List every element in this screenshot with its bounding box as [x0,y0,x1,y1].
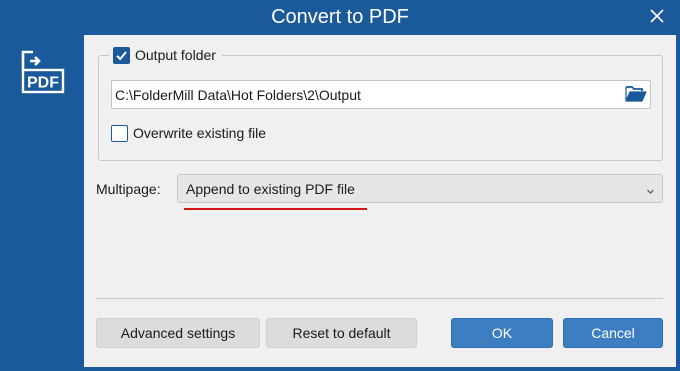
overwrite-row: Overwrite existing file [111,125,266,142]
highlight-underline [184,208,367,210]
multipage-dropdown[interactable]: Append to existing PDF file [177,174,663,203]
ok-button[interactable]: OK [451,318,553,348]
overwrite-checkbox[interactable] [111,125,128,142]
overwrite-label: Overwrite existing file [133,125,267,141]
cancel-button[interactable]: Cancel [563,318,663,348]
chevron-down-icon [646,183,655,199]
browse-folder-button[interactable] [624,84,648,105]
sidebar: PDF [1,35,83,367]
output-path-input[interactable] [112,81,617,108]
dialog-title: Convert to PDF [271,6,409,28]
output-folder-label: Output folder [135,47,216,63]
output-folder-legend: Output folder [109,47,222,64]
multipage-selected-value: Append to existing PDF file [186,181,355,197]
output-folder-group: Output folder Overwrite existing file [98,47,663,161]
pdf-convert-icon: PDF [20,48,66,97]
divider [96,298,663,299]
reset-to-default-button[interactable]: Reset to default [266,318,417,348]
multipage-label: Multipage: [96,181,161,197]
svg-text:PDF: PDF [27,75,59,92]
close-button[interactable] [644,5,670,29]
dialog-content: Output folder Overwrite existing file [84,35,676,367]
advanced-settings-button[interactable]: Advanced settings [96,318,260,348]
convert-to-pdf-dialog: Convert to PDF PDF Output folder C:\Fold… [0,0,680,371]
output-folder-checkbox[interactable] [113,47,130,64]
folder-open-icon [625,85,647,105]
checkmark-icon [116,51,127,61]
output-path-field [111,80,651,109]
title-bar: Convert to PDF [0,0,680,35]
close-icon [650,8,664,26]
